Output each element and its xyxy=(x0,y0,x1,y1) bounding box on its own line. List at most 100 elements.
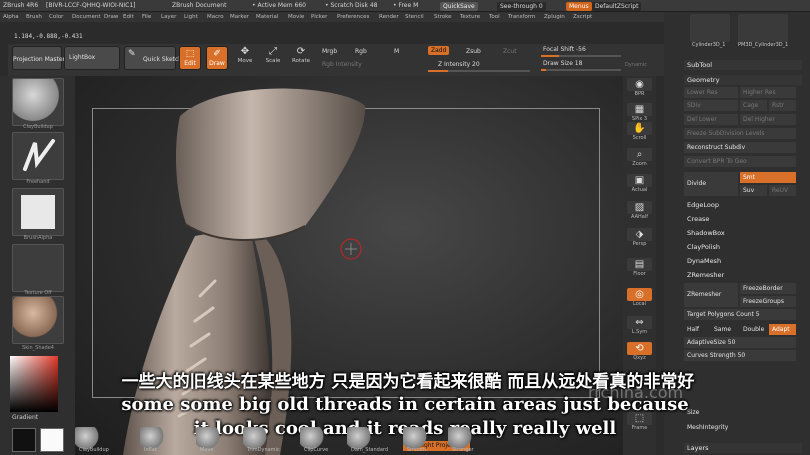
menu-picker[interactable]: Picker xyxy=(311,14,327,20)
freeze-subdiv-button[interactable]: Freeze SubDivision Levels xyxy=(684,128,796,139)
menu-macro[interactable]: Macro xyxy=(207,14,224,20)
m-toggle[interactable]: M xyxy=(394,48,399,55)
menu-alpha[interactable]: Alpha xyxy=(3,14,19,20)
menu-stroke[interactable]: Stroke xyxy=(434,14,452,20)
draw-button[interactable]: ✐ Draw xyxy=(206,46,228,70)
rgb-toggle[interactable]: Rgb xyxy=(355,48,367,55)
tool-thumb-pm3d[interactable] xyxy=(738,14,788,42)
suv-toggle[interactable]: Suv xyxy=(740,185,767,196)
layers-header[interactable]: Layers xyxy=(684,443,802,453)
half-button[interactable]: Half xyxy=(684,324,710,335)
projection-master-button[interactable]: Projection Master xyxy=(12,46,65,70)
curves-strength-slider[interactable]: Curves Strength 50 xyxy=(684,350,796,361)
del-lower-button[interactable]: Del Lower xyxy=(684,114,738,125)
menu-document[interactable]: Document xyxy=(72,14,101,20)
menu-material[interactable]: Material xyxy=(256,14,278,20)
menu-transform[interactable]: Transform xyxy=(508,14,535,20)
crease-header[interactable]: Crease xyxy=(684,214,802,224)
z-intensity-slider[interactable]: Z Intensity 20 xyxy=(438,61,480,68)
menu-brush[interactable]: Brush xyxy=(26,14,42,20)
zremesher-button[interactable]: ZRemesher xyxy=(684,283,738,307)
freeze-groups-button[interactable]: FreezeGroups xyxy=(740,296,796,307)
adapt-button[interactable]: Adapt xyxy=(769,324,796,335)
smt-toggle[interactable]: Smt xyxy=(740,172,796,183)
scale-button[interactable]: ⤢ Scale xyxy=(262,46,284,70)
menu-marker[interactable]: Marker xyxy=(230,14,249,20)
dynamic-toggle[interactable]: Dynamic xyxy=(625,62,647,68)
mrgb-toggle[interactable]: Mrgb xyxy=(322,48,337,55)
zcut-toggle[interactable]: Zcut xyxy=(503,48,517,55)
reconstruct-subdiv-button[interactable]: Reconstruct Subdiv xyxy=(684,142,796,153)
zsub-toggle[interactable]: Zsub xyxy=(466,48,481,55)
freeze-border-button[interactable]: FreezeBorder xyxy=(740,283,796,294)
menu-stencil[interactable]: Stencil xyxy=(405,14,424,20)
same-button[interactable]: Same xyxy=(711,324,739,335)
menu-edit[interactable]: Edit xyxy=(123,14,134,20)
menu-light[interactable]: Light xyxy=(184,14,198,20)
rgb-intensity-slider[interactable]: Rgb Intensity xyxy=(322,61,362,68)
focal-shift-track[interactable] xyxy=(541,55,621,57)
del-higher-button[interactable]: Del Higher xyxy=(740,114,796,125)
draw-size-track[interactable] xyxy=(541,69,621,71)
edgeloop-header[interactable]: EdgeLoop xyxy=(684,200,802,210)
menu-zscript[interactable]: Zscript xyxy=(573,14,592,20)
lightbox-button[interactable]: LightBox xyxy=(64,46,120,70)
divide-button[interactable]: Divide xyxy=(684,172,738,196)
rstr-button[interactable]: Rstr xyxy=(769,100,796,111)
floor-button[interactable]: ▤ Floor xyxy=(627,258,652,280)
tool-thumb-cylinder[interactable] xyxy=(690,14,730,42)
menu-draw[interactable]: Draw xyxy=(104,14,118,20)
menu-movie[interactable]: Movie xyxy=(288,14,304,20)
texture-thumbnail[interactable] xyxy=(12,244,64,292)
edit-button[interactable]: ⬚ Edit xyxy=(179,46,201,70)
mesh-integrity-slider[interactable]: MeshIntegrity xyxy=(684,422,796,433)
draw-size-slider[interactable]: Draw Size 18 xyxy=(543,60,582,67)
material-thumbnail[interactable] xyxy=(12,296,64,344)
main-color-swatch[interactable] xyxy=(40,428,64,452)
scroll-button[interactable]: ✋ Scroll xyxy=(627,122,652,144)
see-through-slider[interactable]: See-through 0 xyxy=(497,2,546,11)
lsym-button[interactable]: ⇔ L.Sym xyxy=(627,316,652,338)
target-polygons-slider[interactable]: Target Polygons Count 5 xyxy=(684,309,796,320)
dynamesh-header[interactable]: DynaMesh xyxy=(684,256,802,266)
default-zscript-button[interactable]: DefaultZScript xyxy=(592,2,642,11)
claypolish-header[interactable]: ClayPolish xyxy=(684,242,802,252)
zremesher-header[interactable]: ZRemesher xyxy=(684,270,802,280)
focal-shift-slider[interactable]: Focal Shift -56 xyxy=(543,46,586,53)
aahalf-button[interactable]: ▨ AAHalf xyxy=(627,201,652,223)
cage-button[interactable]: Cage xyxy=(740,100,767,111)
reuv-button[interactable]: ReUV xyxy=(769,185,796,196)
zadd-toggle[interactable]: Zadd xyxy=(428,46,450,55)
alpha-thumbnail[interactable] xyxy=(12,188,64,236)
subtool-header[interactable]: SubTool xyxy=(684,60,802,70)
menu-zplugin[interactable]: Zplugin xyxy=(544,14,565,20)
convert-bpr-button[interactable]: Convert BPR To Geo xyxy=(684,156,796,167)
zoom-button[interactable]: ⌕ Zoom xyxy=(627,148,652,170)
xyz-button[interactable]: ⟲ Qxyz xyxy=(627,342,652,364)
move-button[interactable]: ✥ Move xyxy=(234,46,256,70)
menu-color[interactable]: Color xyxy=(49,14,63,20)
frame-button[interactable]: ⬚ Frame xyxy=(627,412,652,434)
z-intensity-track[interactable] xyxy=(428,70,530,72)
quick-sketch-button[interactable]: ✎ Quick Sketch xyxy=(124,46,182,70)
higher-res-button[interactable]: Higher Res xyxy=(740,87,796,98)
rotate-button[interactable]: ⟳ Rotate xyxy=(290,46,312,70)
persp-button[interactable]: ⬗ Persp xyxy=(627,228,652,250)
menu-texture[interactable]: Texture xyxy=(460,14,480,20)
secondary-color-swatch[interactable] xyxy=(12,428,36,452)
menu-file[interactable]: File xyxy=(142,14,151,20)
sdiv-slider[interactable]: SDiv xyxy=(684,100,738,111)
double-button[interactable]: Double xyxy=(740,324,768,335)
menus-button[interactable]: Menus xyxy=(566,2,592,11)
lower-res-button[interactable]: Lower Res xyxy=(684,87,738,98)
menu-render[interactable]: Render xyxy=(379,14,399,20)
shadowbox-header[interactable]: ShadowBox xyxy=(684,228,802,238)
quicksave-button[interactable]: QuickSave xyxy=(440,2,478,11)
actual-button[interactable]: ▣ Actual xyxy=(627,174,652,196)
bpr-button[interactable]: ◉ BPR xyxy=(627,78,652,100)
stroke-thumbnail[interactable] xyxy=(12,132,64,180)
menu-tool[interactable]: Tool xyxy=(489,14,500,20)
local-button[interactable]: ◎ Local xyxy=(627,288,652,310)
adaptive-size-slider[interactable]: AdaptiveSize 50 xyxy=(684,337,796,348)
menu-preferences[interactable]: Preferences xyxy=(337,14,369,20)
